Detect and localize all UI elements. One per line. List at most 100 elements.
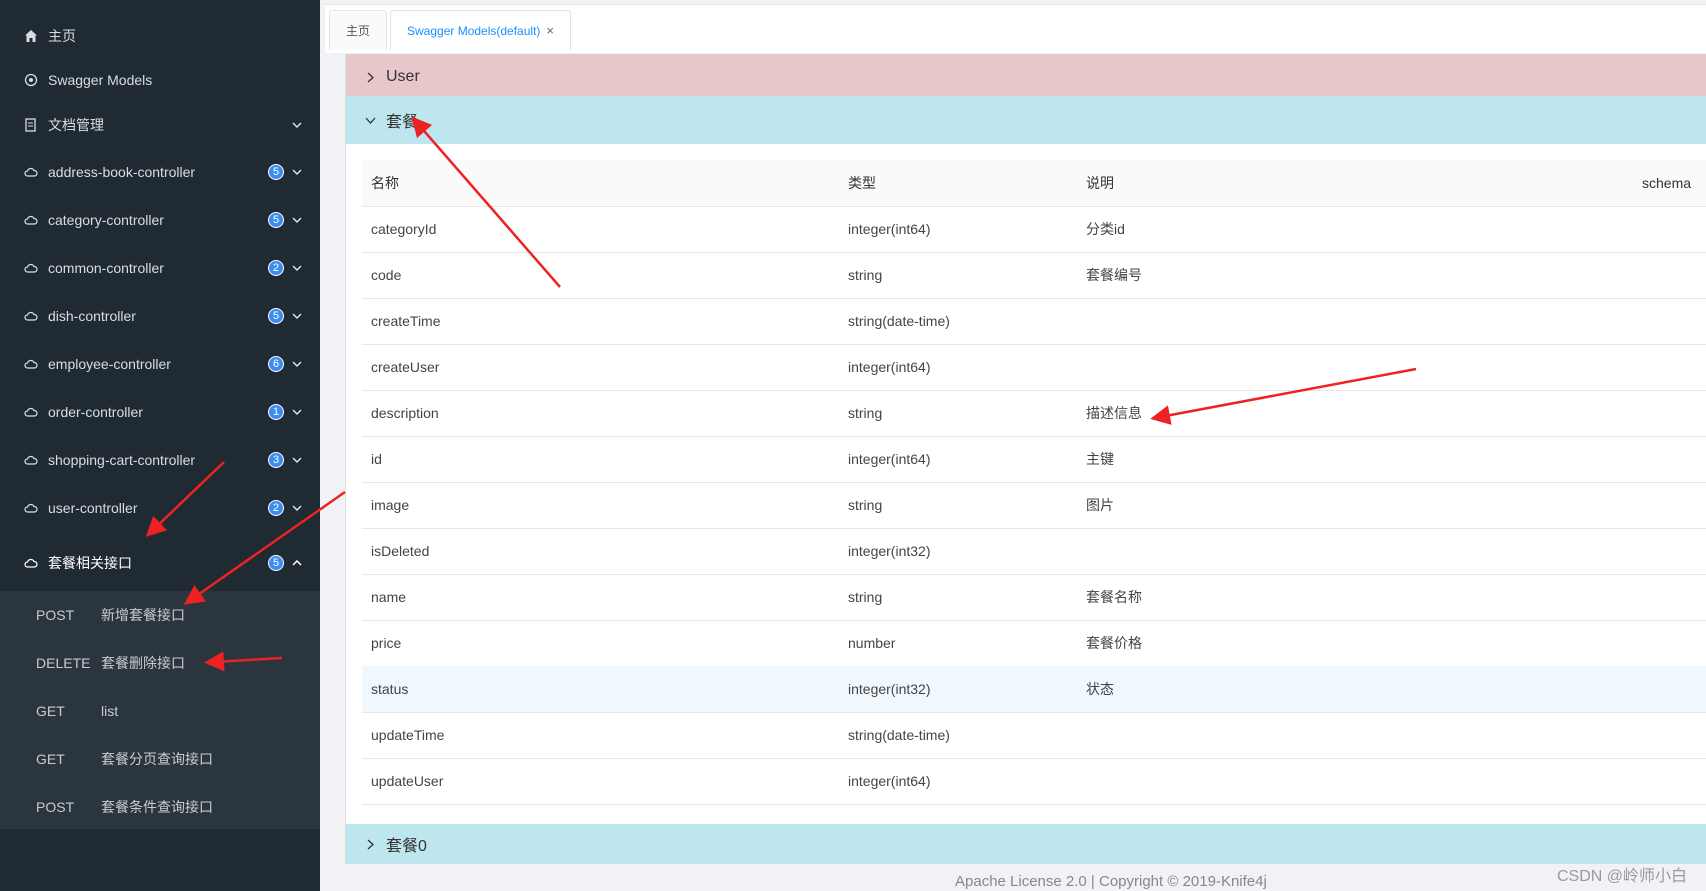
nav-label: order-controller <box>48 404 143 420</box>
tab-swagger-models[interactable]: Swagger Models(default) × <box>390 10 571 50</box>
chevron-down-icon <box>291 262 303 274</box>
chevron-down-icon <box>291 214 303 226</box>
document-icon <box>23 117 39 133</box>
section-title: 套餐 <box>386 114 419 131</box>
chevron-down-icon <box>291 166 303 178</box>
submenu-item[interactable]: DELETE 套餐删除接口 <box>0 639 320 687</box>
nav-label: dish-controller <box>48 308 136 324</box>
section-user[interactable]: User <box>346 54 1706 100</box>
nav-item-common-controller[interactable]: common-controller 2 <box>0 244 320 292</box>
section-combo0[interactable]: 套餐0 <box>346 824 1706 864</box>
nav-item-dish-controller[interactable]: dish-controller 5 <box>0 292 320 340</box>
count-badge: 5 <box>268 308 284 324</box>
nav-item-employee-controller[interactable]: employee-controller 6 <box>0 340 320 388</box>
table-row: image string 图片 <box>362 482 1706 529</box>
nav-item-home[interactable]: 主页 <box>0 12 320 60</box>
nav-item-doc-manage[interactable]: 文档管理 <box>0 101 320 149</box>
column-header-schema: schema <box>1642 175 1692 191</box>
tab-home[interactable]: 主页 <box>329 10 387 50</box>
section-title: 套餐0 <box>386 838 427 855</box>
table-row: name string 套餐名称 <box>362 574 1706 621</box>
tab-bar: 主页 Swagger Models(default) × <box>320 0 1706 54</box>
submenu-item[interactable]: GET list <box>0 687 320 735</box>
chevron-down-icon <box>291 119 303 131</box>
table-row: updateTime string(date-time) <box>362 712 1706 759</box>
field-desc: 描述信息 <box>1086 405 1142 421</box>
table-row: isDeleted integer(int32) <box>362 528 1706 575</box>
watermark: CSDN @岭师小白 <box>1557 868 1688 885</box>
close-icon[interactable]: × <box>546 23 554 38</box>
nav-label: 文档管理 <box>48 117 104 133</box>
cube-icon <box>23 72 39 88</box>
chevron-right-icon <box>364 71 376 83</box>
field-name: createTime <box>371 313 441 329</box>
nav-label: shopping-cart-controller <box>48 452 196 468</box>
field-name: isDeleted <box>371 543 430 559</box>
section-title: User <box>386 68 420 85</box>
field-name: code <box>371 267 402 283</box>
endpoint-label: 套餐条件查询接口 <box>101 799 213 815</box>
count-badge: 6 <box>268 356 284 372</box>
nav-label: address-book-controller <box>48 164 196 180</box>
field-type: integer(int64) <box>848 359 931 375</box>
cloud-icon <box>23 555 39 571</box>
field-type: integer(int32) <box>848 681 931 697</box>
nav-label: common-controller <box>48 260 164 276</box>
field-name: description <box>371 405 439 421</box>
submenu-item[interactable]: GET 套餐分页查询接口 <box>0 735 320 783</box>
field-type: integer(int32) <box>848 543 931 559</box>
cloud-icon <box>23 260 39 276</box>
submenu-item[interactable]: POST 新增套餐接口 <box>0 591 320 639</box>
chevron-down-icon <box>291 310 303 322</box>
count-badge: 5 <box>268 212 284 228</box>
nav-label: 套餐相关接口 <box>48 555 132 571</box>
nav-item-user-controller[interactable]: user-controller 2 <box>0 484 320 532</box>
nav-item-combo-api[interactable]: 套餐相关接口 5 <box>0 539 320 587</box>
table-row: createTime string(date-time) <box>362 298 1706 345</box>
field-name: updateUser <box>371 773 444 789</box>
cloud-icon <box>23 356 39 372</box>
field-name: categoryId <box>371 221 437 237</box>
field-desc: 图片 <box>1086 497 1114 513</box>
nav-item-category-controller[interactable]: category-controller 5 <box>0 196 320 244</box>
table-row: price number 套餐价格 <box>362 620 1706 667</box>
section-combo[interactable]: 套餐 <box>346 96 1706 144</box>
table-row: id integer(int64) 主键 <box>362 436 1706 483</box>
chevron-down-icon <box>291 502 303 514</box>
nav-item-address-book-controller[interactable]: address-book-controller 5 <box>0 148 320 196</box>
table-row: description string 描述信息 <box>362 390 1706 437</box>
nav-item-shopping-cart-controller[interactable]: shopping-cart-controller 3 <box>0 436 320 484</box>
model-content: User 套餐 名称 类型 说明 schema categoryId integ… <box>345 54 1706 864</box>
nav-label: employee-controller <box>48 356 171 372</box>
table-row: updateUser integer(int64) <box>362 758 1706 805</box>
endpoint-label: 新增套餐接口 <box>101 607 185 623</box>
field-type: string <box>848 497 883 513</box>
chevron-right-icon <box>364 838 376 850</box>
nav-item-swagger-models[interactable]: Swagger Models <box>0 56 320 104</box>
submenu-item[interactable]: POST 套餐条件查询接口 <box>0 783 320 831</box>
cloud-icon <box>23 212 39 228</box>
field-desc: 套餐名称 <box>1086 589 1142 605</box>
field-type: number <box>848 635 896 651</box>
table-header-row: 名称 类型 说明 schema <box>362 160 1706 207</box>
chevron-up-icon <box>291 557 303 569</box>
endpoint-label: 套餐删除接口 <box>101 655 185 671</box>
table-row: createUser integer(int64) <box>362 344 1706 391</box>
endpoint-label: 套餐分页查询接口 <box>101 751 213 767</box>
field-name: id <box>371 451 382 467</box>
nav-label: user-controller <box>48 500 138 516</box>
nav-item-order-controller[interactable]: order-controller 1 <box>0 388 320 436</box>
nav-label: category-controller <box>48 212 164 228</box>
field-name: updateTime <box>371 727 445 743</box>
http-method: GET <box>36 703 65 719</box>
count-badge: 2 <box>268 260 284 276</box>
endpoint-label: list <box>101 703 119 719</box>
column-header-desc: 说明 <box>1086 175 1114 191</box>
field-name: status <box>371 681 409 697</box>
cloud-icon <box>23 500 39 516</box>
count-badge: 5 <box>268 164 284 180</box>
table-row: categoryId integer(int64) 分类id <box>362 206 1706 253</box>
count-badge: 2 <box>268 500 284 516</box>
field-desc: 主键 <box>1086 451 1114 467</box>
cloud-icon <box>23 404 39 420</box>
